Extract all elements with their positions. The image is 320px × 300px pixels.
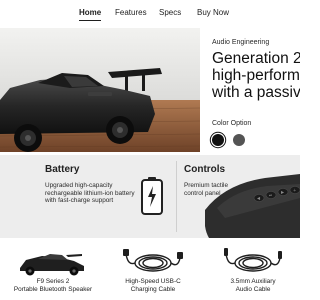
control-panel-image: ◀⏯▶ + (205, 174, 300, 238)
hero-product-image (0, 28, 200, 152)
battery-charging-icon (141, 177, 163, 215)
battery-description: Upgraded high-capacity rechargeable lith… (45, 182, 135, 205)
svg-text:⏯: ⏯ (269, 193, 272, 198)
product-card-speaker[interactable]: F9 Series 2 Portable Bluetooth Speaker (8, 246, 98, 300)
battery-title: Battery (45, 164, 80, 175)
nav-buy-now[interactable]: Buy Now (197, 8, 229, 18)
product-subtitle: Portable Bluetooth Speaker (13, 286, 93, 293)
speaker-car-thumbnail (20, 254, 84, 276)
svg-text:+: + (293, 188, 296, 193)
color-swatch-black[interactable] (212, 134, 224, 146)
hero-eyebrow: Audio Engineering (212, 39, 270, 46)
hero-title: Generation 2 c high-performa with a pass… (212, 50, 300, 101)
usb-c-cable-thumbnail (123, 249, 183, 272)
top-nav: Home Features Specs Buy Now (0, 0, 300, 28)
race-car-speaker-illustration (0, 28, 200, 152)
color-swatch-gray[interactable] (233, 134, 245, 146)
hero-info: Audio Engineering Generation 2 c high-pe… (205, 28, 300, 152)
nav-home[interactable]: Home (79, 8, 102, 21)
color-option-label: Color Option (212, 120, 252, 127)
product-card-aux-cable[interactable]: 3.5mm Auxiliary Audio Cable (208, 246, 298, 300)
product-name: 3.5mm Auxiliary (230, 278, 276, 285)
product-subtitle: Charging Cable (130, 286, 176, 293)
nav-specs[interactable]: Specs (159, 8, 181, 18)
nav-features[interactable]: Features (115, 8, 147, 18)
product-name: F9 Series 2 (36, 278, 70, 285)
aux-cable-thumbnail (224, 248, 282, 272)
product-name: High-Speed USB-C (125, 278, 181, 285)
product-card-usb-c-cable[interactable]: High-Speed USB-C Charging Cable (108, 246, 198, 300)
product-subtitle: Audio Cable (235, 286, 271, 293)
feature-divider (176, 161, 177, 232)
